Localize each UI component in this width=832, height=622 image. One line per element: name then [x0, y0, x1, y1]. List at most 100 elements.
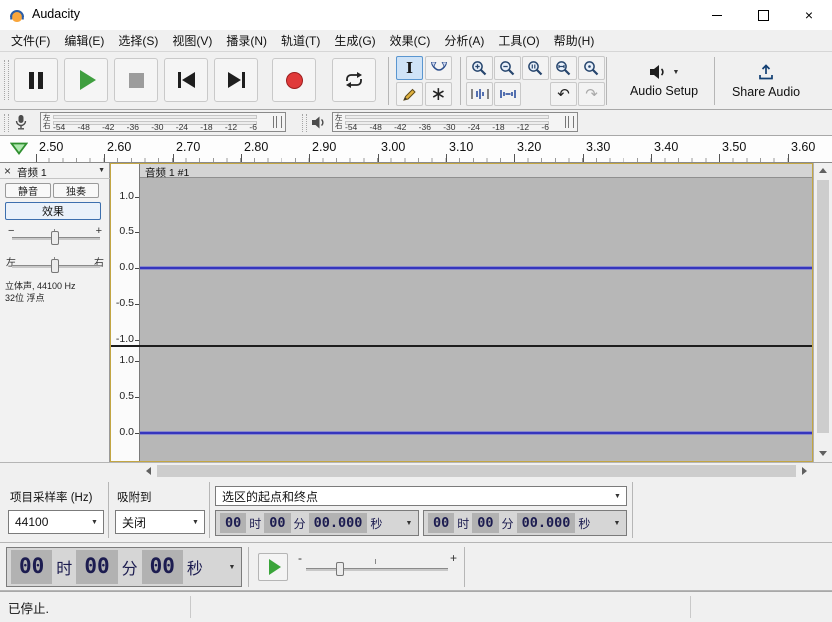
menu-select[interactable]: 选择(S) [111, 29, 165, 52]
selection-end-time[interactable]: 00 时 00 分 00.000 秒 ▼ [423, 510, 627, 536]
horizontal-scrollbar[interactable] [0, 462, 832, 479]
waveform-area[interactable]: 音频 1 #1 [140, 163, 813, 462]
playback-meter-resize-handle[interactable] [565, 116, 574, 128]
vertical-scale-ruler[interactable]: 1.0 0.5 0.0 -0.5 -1.0 1.0 0.5 0.0 [110, 163, 140, 462]
audio-setup-button[interactable]: ▼ Audio Setup [616, 56, 712, 106]
chevron-down-icon[interactable]: ▼ [226, 564, 238, 571]
hours-field[interactable]: 00 [428, 513, 454, 534]
track-close-button[interactable]: × [4, 164, 11, 178]
play-at-speed-button[interactable] [258, 553, 288, 581]
minimize-button[interactable] [694, 0, 740, 30]
pause-button[interactable] [14, 58, 58, 102]
skip-to-start-button[interactable] [164, 58, 208, 102]
pan-slider[interactable]: 左 右 [4, 251, 106, 275]
speed-plus-label: + [450, 551, 457, 565]
scroll-up-icon[interactable] [819, 168, 827, 173]
track-menu-button[interactable]: ▼ [98, 167, 105, 174]
maximize-button[interactable] [740, 0, 786, 30]
scale-label: -0.5 [110, 298, 134, 309]
minutes-field[interactable]: 00 [264, 513, 290, 534]
chevron-down-icon[interactable]: ▼ [403, 520, 415, 527]
scale-label: -1.0 [110, 334, 134, 345]
play-speed-slider[interactable] [306, 557, 448, 579]
menu-file[interactable]: 文件(F) [4, 29, 57, 52]
record-meter[interactable]: 左 右 -54-48-42 -36-30-24 -18-12-6 [40, 112, 286, 132]
share-audio-button[interactable]: Share Audio [722, 56, 810, 106]
horizontal-scrollbar-thumb[interactable] [157, 465, 796, 477]
gain-slider[interactable]: − + [4, 223, 106, 247]
stop-button[interactable] [114, 58, 158, 102]
track-name[interactable]: 音频 1 [17, 165, 47, 180]
maximize-icon [758, 10, 769, 21]
timeline-ruler[interactable]: 2.50 2.60 2.70 2.80 2.90 3.00 3.10 3.20 … [0, 136, 832, 163]
trim-audio-icon [470, 87, 490, 101]
scroll-left-icon[interactable] [140, 463, 157, 479]
skip-to-start-icon [178, 72, 195, 88]
timeline-tick [173, 154, 174, 162]
solo-button[interactable]: 独奏 [53, 183, 99, 198]
loop-button[interactable] [332, 58, 376, 102]
redo-button[interactable]: ↷ [578, 82, 605, 106]
play-button[interactable] [64, 58, 108, 102]
effects-button[interactable]: 效果 [5, 202, 101, 220]
zoom-selection-button[interactable] [522, 56, 549, 80]
audio-position-display[interactable]: 00 时 00 分 00 秒 ▼ [6, 547, 242, 587]
timeline-tick [514, 154, 515, 162]
menu-analyze[interactable]: 分析(A) [437, 29, 491, 52]
scroll-right-icon[interactable] [796, 463, 813, 479]
scale-tick [135, 361, 139, 362]
gain-slider-thumb[interactable] [51, 231, 59, 245]
minutes-field[interactable]: 00 [76, 550, 117, 583]
scale-tick [135, 304, 139, 305]
menu-tools[interactable]: 工具(O) [491, 29, 546, 52]
project-rate-select[interactable]: 44100 ▼ [8, 510, 104, 534]
menu-view[interactable]: 视图(V) [165, 29, 219, 52]
draw-tool-button[interactable] [396, 82, 423, 106]
seconds-field[interactable]: 00.000 [309, 513, 368, 534]
selection-tool-button[interactable]: I [396, 56, 423, 80]
vertical-scrollbar[interactable] [813, 163, 832, 462]
seconds-field[interactable]: 00.000 [517, 513, 576, 534]
menu-edit[interactable]: 编辑(E) [57, 29, 111, 52]
zoom-in-button[interactable] [466, 56, 493, 80]
zoom-out-button[interactable] [494, 56, 521, 80]
selection-start-time[interactable]: 00 时 00 分 00.000 秒 ▼ [215, 510, 419, 536]
multi-tool-button[interactable]: ∗ [425, 82, 452, 106]
speed-slider-thumb[interactable] [336, 562, 344, 576]
mute-button[interactable]: 静音 [5, 183, 51, 198]
envelope-tool-button[interactable] [425, 56, 452, 80]
zoom-toggle-button[interactable] [578, 56, 605, 80]
menu-generate[interactable]: 生成(G) [327, 29, 382, 52]
zoom-fit-button[interactable] [550, 56, 577, 80]
speed-center-tick [375, 559, 376, 564]
clip-header[interactable]: 音频 1 #1 [140, 163, 813, 178]
transport-toolbar-grip[interactable] [4, 60, 9, 100]
minutes-field[interactable]: 00 [472, 513, 498, 534]
record-button[interactable] [272, 58, 316, 102]
record-meter-grip[interactable] [4, 114, 9, 132]
menu-help[interactable]: 帮助(H) [547, 29, 602, 52]
zoom-selection-icon [527, 60, 544, 77]
play-head-pointer-icon[interactable] [10, 142, 28, 155]
hours-field[interactable]: 00 [220, 513, 246, 534]
silence-audio-button[interactable] [494, 82, 521, 106]
title-bar: Audacity × [0, 0, 832, 30]
record-meter-resize-handle[interactable] [273, 116, 282, 128]
trim-audio-button[interactable] [466, 82, 493, 106]
scroll-down-icon[interactable] [819, 451, 827, 456]
hours-field[interactable]: 00 [11, 550, 52, 583]
menu-effect[interactable]: 效果(C) [383, 29, 438, 52]
menu-tracks[interactable]: 轨道(T) [274, 29, 327, 52]
seconds-field[interactable]: 00 [142, 550, 183, 583]
undo-button[interactable]: ↶ [550, 82, 577, 106]
menu-transport[interactable]: 播录(N) [219, 29, 274, 52]
skip-to-end-button[interactable] [214, 58, 258, 102]
playback-meter-grip[interactable] [302, 114, 307, 132]
playback-meter[interactable]: 左 右 -54-48-42 -36-30-24 -18-12-6 [332, 112, 578, 132]
chevron-down-icon[interactable]: ▼ [611, 520, 623, 527]
vertical-scrollbar-thumb[interactable] [817, 180, 829, 433]
selection-range-select[interactable]: 选区的起点和终点 ▼ [215, 486, 627, 506]
close-button[interactable]: × [786, 0, 832, 30]
snap-select[interactable]: 关闭 ▼ [115, 510, 205, 534]
pan-slider-thumb[interactable] [51, 259, 59, 273]
